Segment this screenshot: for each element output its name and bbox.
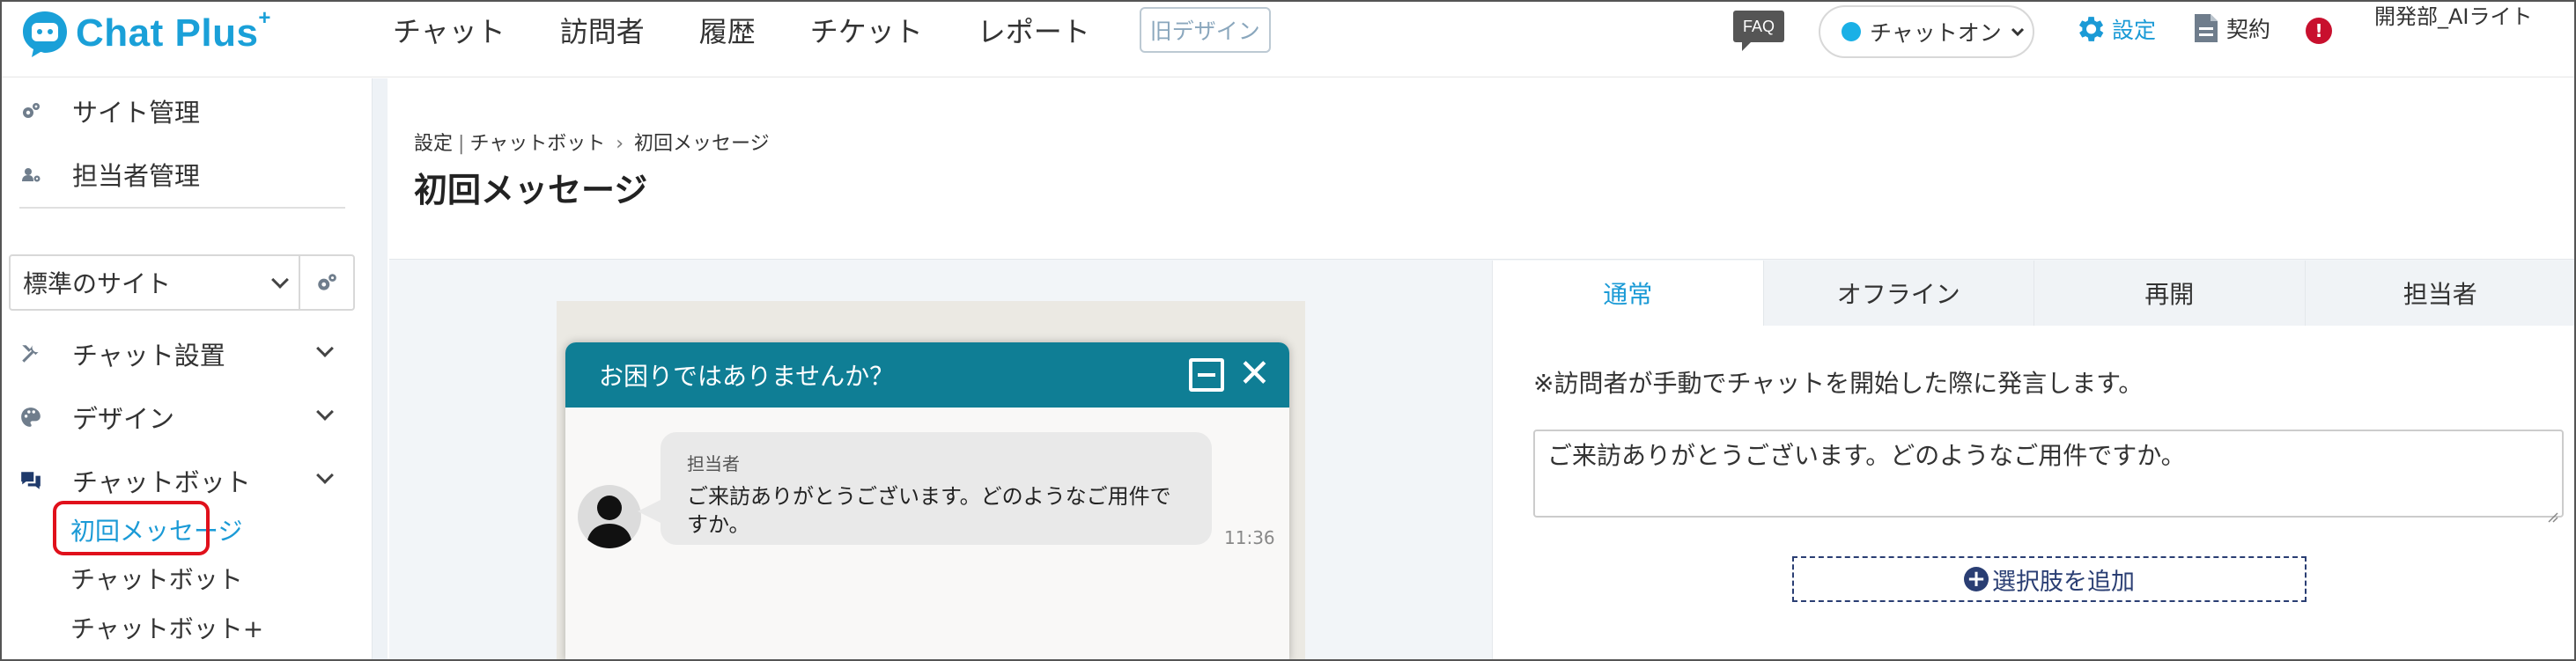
site-settings-button[interactable] [300,256,353,309]
chevron-down-icon [2011,23,2025,41]
document-icon [2193,12,2219,44]
chat-preview-title: お困りではありませんか？ [599,362,895,391]
breadcrumb: 設定 | チャットボット › 初回メッセージ [414,133,770,155]
add-choice-button[interactable]: + 選択肢を追加 [1792,556,2307,602]
tab-resume-label: 再開 [2144,280,2195,309]
palette-icon [19,406,42,429]
chat-bubbles-icon [19,469,42,492]
logo-sup: + [258,6,271,30]
chevron-down-icon[interactable] [316,466,334,484]
first-message-textarea[interactable]: ご来訪ありがとうございます。どのようなご用件ですか。 [1533,430,2564,523]
nav-reports[interactable]: レポート [978,10,1090,50]
sidebar-item-site-admin[interactable]: サイト管理 [19,92,200,129]
status-dot-icon [1842,22,1861,41]
chat-message-bubble: 担当者 ご来訪ありがとうございます。どのようなご用件ですか。 [638,432,1212,545]
title-area: 設定 | チャットボット › 初回メッセージ 初回メッセージ [389,78,2574,260]
chat-status-label: チャットオン [1870,20,2002,46]
sidebar-subitem-chatbot[interactable]: チャットボット [70,561,243,596]
logo[interactable]: Chat Plus+ [19,6,271,60]
gear-icon [2073,12,2107,46]
resize-grip-icon[interactable] [2546,500,2558,523]
contract-label: 契約 [2226,17,2271,42]
sidebar-subitem-chatbot-plus[interactable]: チャットボット+ [70,610,263,645]
user-gear-icon [19,163,42,186]
sidebar-item-staff-admin[interactable]: 担当者管理 [19,156,200,193]
gears-icon [19,99,42,122]
settings-link[interactable]: 設定 [2073,12,2156,46]
sidebar-item-design[interactable]: デザイン [19,399,174,436]
sidebar-label-chat-setup: チャット設置 [72,341,225,371]
sidebar-label-design: デザイン [72,404,175,434]
tab-normal-label: 通常 [1603,280,1653,309]
tab-normal[interactable]: 通常 [1493,261,1763,326]
message-settings-panel: 通常 オフライン 再開 担当者 ※訪問者が手動でチャットを開始した際に発言します… [1492,261,2575,659]
message-text: ご来訪ありがとうございます。どのようなご用件ですか。 [687,484,1171,537]
tab-offline[interactable]: オフライン [1762,261,2034,326]
faq-label: FAQ [1742,17,1775,35]
gears-icon [315,271,338,294]
top-nav: チャット 訪問者 履歴 チケット レポート 旧デザイン [393,2,1271,58]
add-choice-label: 選択肢を追加 [1992,568,2135,596]
panel-note: ※訪問者が手動でチャットを開始した際に発言します。 [1533,369,2144,398]
settings-label: 設定 [2112,18,2157,43]
message-tabs: 通常 オフライン 再開 担当者 [1493,261,2575,326]
nav-tickets[interactable]: チケット [810,10,923,50]
sidebar-item-chat-setup[interactable]: チャット設置 [19,335,225,372]
alert-mark: ! [2314,20,2323,41]
chevron-down-icon [271,271,289,289]
sidebar-label-site-admin: サイト管理 [72,98,201,128]
minimize-icon[interactable] [1189,358,1224,392]
chevron-down-icon[interactable] [316,340,334,357]
chat-preview-body: 担当者 ご来訪ありがとうございます。どのようなご用件ですか。 11:36 [565,408,1289,659]
sidebar-scrollbar[interactable] [372,78,388,659]
chat-status-dropdown[interactable]: チャットオン [1819,5,2034,58]
sidebar-item-chatbot[interactable]: チャットボット [19,462,251,499]
tab-staff-label: 担当者 [2403,280,2477,309]
highlight-box [53,501,210,555]
chat-preview-header: お困りではありませんか？ ✕ [565,342,1289,408]
breadcrumb-chatbot[interactable]: チャットボット [469,133,605,155]
close-icon[interactable]: ✕ [1238,353,1271,395]
contract-link[interactable]: 契約 [2193,12,2270,44]
breadcrumb-current: 初回メッセージ [634,133,770,155]
avatar [578,485,641,548]
page-title: 初回メッセージ [414,171,648,209]
nav-visitors[interactable]: 訪問者 [560,10,645,50]
site-select[interactable]: 標準のサイト [9,254,355,311]
chat-preview-window: お困りではありませんか？ ✕ 担当者 ご来訪ありがとうございます。どのようなご用… [565,342,1289,659]
chevron-down-icon[interactable] [316,403,334,421]
logo-text: Chat Plus [76,11,259,55]
tools-icon [19,342,42,365]
main-content: 設定 | チャットボット › 初回メッセージ 初回メッセージ お困りではありませんか？ … [389,78,2575,659]
message-sender: 担当者 [687,453,740,474]
app-frame: Chat Plus+ チャット 訪問者 履歴 チケット レポート 旧デザイン F… [0,0,2576,661]
sidebar-divider [19,207,345,209]
nav-chat[interactable]: チャット [393,10,506,50]
top-header: Chat Plus+ チャット 訪問者 履歴 チケット レポート 旧デザイン F… [2,2,2574,77]
sidebar: サイト管理 担当者管理 標準のサイト チャット設置 デザイン チャットボット 初… [2,78,372,659]
tab-staff[interactable]: 担当者 [2304,261,2575,326]
plus-circle-icon: + [1964,567,1989,591]
site-select-value: 標準のサイト [23,269,172,298]
tab-offline-label: オフライン [1836,280,1960,309]
sidebar-label-staff-admin: 担当者管理 [72,161,201,191]
alert-icon[interactable]: ! [2306,18,2332,44]
first-message-value: ご来訪ありがとうございます。どのようなご用件ですか。 [1547,441,2186,470]
message-time: 11:36 [1224,527,1275,548]
site-select-dropdown[interactable]: 標準のサイト [11,256,300,309]
chat-plus-logo-icon [19,8,70,59]
old-design-button[interactable]: 旧デザイン [1139,7,1271,53]
breadcrumb-settings[interactable]: 設定 [414,133,453,155]
faq-icon[interactable]: FAQ [1733,11,1784,51]
sidebar-label-chatbot: チャットボット [72,467,251,497]
user-menu[interactable]: 開発部_AIライト [2374,2,2550,32]
tab-resume[interactable]: 再開 [2033,261,2305,326]
nav-history[interactable]: 履歴 [699,10,756,50]
